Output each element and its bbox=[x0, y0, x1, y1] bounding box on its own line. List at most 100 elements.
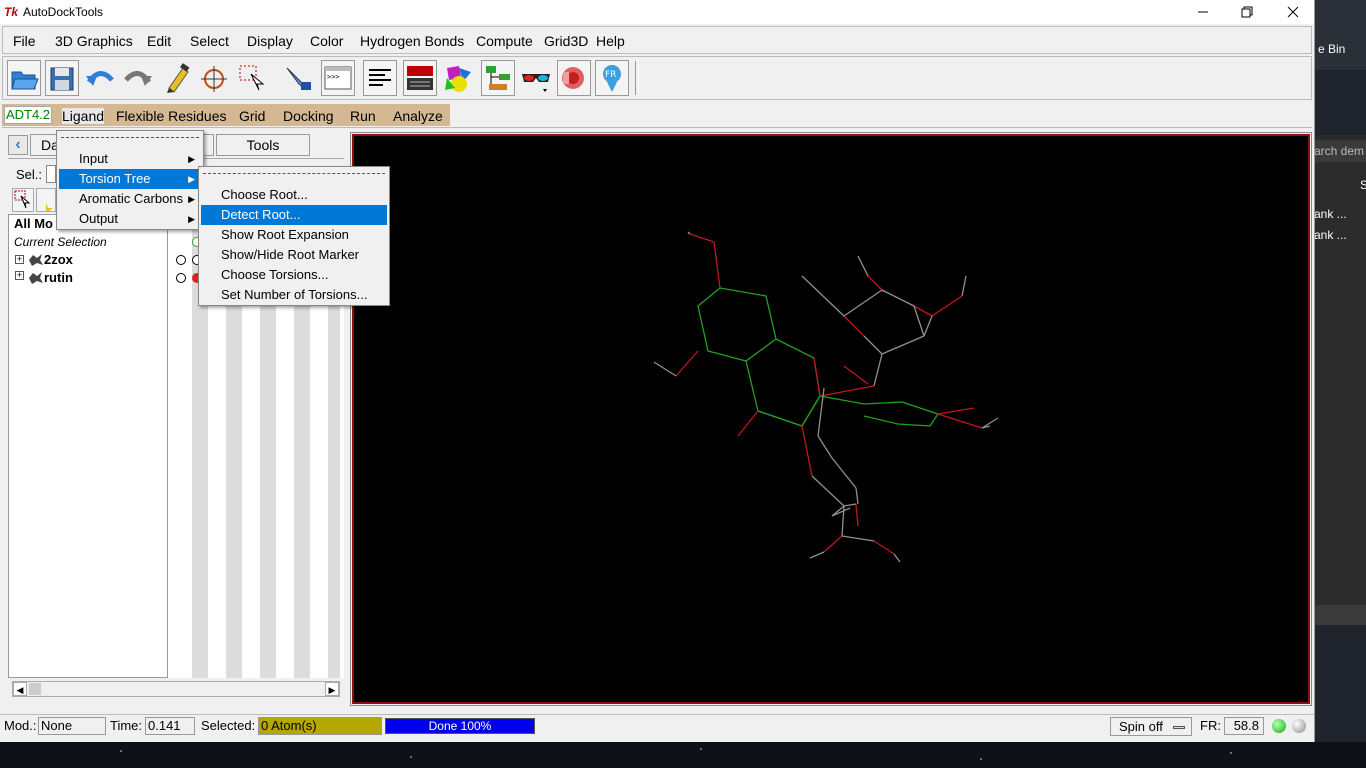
menu-compute[interactable]: Compute bbox=[476, 32, 533, 50]
dejavu-icon bbox=[562, 67, 584, 89]
menu-item-detect-root[interactable]: Detect Root... bbox=[201, 205, 387, 225]
open-file-button[interactable] bbox=[7, 60, 41, 96]
star-tool-button[interactable] bbox=[36, 188, 56, 212]
maximize-icon bbox=[1241, 6, 1253, 18]
desktop-search-field[interactable]: arch dem bbox=[1314, 140, 1366, 162]
molecule-rutin[interactable]: rutin bbox=[44, 271, 73, 285]
option-menu-indicator-icon bbox=[1173, 726, 1185, 729]
desktop-list-item[interactable]: ank ... bbox=[1314, 225, 1366, 245]
menu-color[interactable]: Color bbox=[310, 32, 343, 50]
molecule-icon bbox=[29, 254, 43, 266]
select-button[interactable] bbox=[235, 60, 269, 96]
expand-rutin-icon[interactable]: + bbox=[15, 271, 24, 280]
dashboard-icon bbox=[486, 66, 510, 90]
molecule-icon bbox=[29, 272, 43, 284]
open-file-icon bbox=[11, 71, 39, 90]
menu-display[interactable]: Display bbox=[247, 32, 293, 50]
scroll-left-icon[interactable]: ◀ bbox=[13, 682, 27, 696]
scroll-thumb[interactable] bbox=[29, 683, 41, 695]
title-bar[interactable] bbox=[0, 0, 1314, 24]
menu-grid3d[interactable]: Grid3D bbox=[544, 32, 588, 50]
menu-item-aromatic-carbons[interactable]: Aromatic Carbons ▶ bbox=[59, 189, 201, 209]
center-target-icon bbox=[201, 66, 227, 92]
dejavu-button[interactable] bbox=[557, 60, 591, 96]
adt-menu-flexible-residues[interactable]: Flexible Residues bbox=[116, 108, 227, 124]
adt-menu-ligand[interactable]: Ligand bbox=[62, 108, 105, 124]
fr-button[interactable]: FR bbox=[595, 60, 629, 96]
selection-label: Sel.: bbox=[16, 167, 43, 182]
spin-value: Spin off bbox=[1119, 719, 1163, 734]
scroll-right-icon[interactable]: ▶ bbox=[325, 682, 339, 696]
menu-item-set-number-of-torsions[interactable]: Set Number of Torsions... bbox=[201, 285, 387, 305]
menu-item-show-hide-root-marker[interactable]: Show/Hide Root Marker bbox=[201, 245, 387, 265]
current-selection-node[interactable]: Current Selection bbox=[14, 235, 107, 249]
redo-button[interactable] bbox=[121, 60, 155, 96]
undo-icon bbox=[86, 71, 114, 86]
mod-value: None bbox=[38, 717, 106, 735]
minimize-button[interactable] bbox=[1180, 0, 1226, 24]
pick-pen-button[interactable] bbox=[159, 60, 193, 96]
window-title: AutoDockTools bbox=[23, 5, 104, 19]
menu-item-choose-root[interactable]: Choose Root... bbox=[201, 185, 387, 205]
dashboard-button[interactable] bbox=[481, 60, 515, 96]
close-icon bbox=[1287, 6, 1299, 18]
selection-input[interactable] bbox=[46, 165, 56, 183]
recycle-bin-label[interactable]: e Bin bbox=[1318, 42, 1345, 56]
collapse-panel-button[interactable]: ‹ bbox=[8, 135, 28, 155]
python-shell-icon: >>> bbox=[324, 66, 352, 90]
undo-button[interactable] bbox=[83, 60, 117, 96]
stereo-glasses-button[interactable] bbox=[519, 60, 553, 96]
menu-hydrogen-bonds[interactable]: Hydrogen Bonds bbox=[360, 32, 464, 50]
molecule-2zox[interactable]: 2zox bbox=[44, 253, 73, 267]
selected-count: 0 Atom(s) bbox=[258, 717, 382, 735]
desktop-list-item[interactable]: ank ... bbox=[1314, 204, 1366, 224]
menu-help[interactable]: Help bbox=[596, 32, 625, 50]
show-toggle-2zox[interactable] bbox=[176, 255, 186, 265]
tree-horizontal-scrollbar[interactable]: ◀ ▶ bbox=[12, 681, 340, 697]
mod-label: Mod.: bbox=[4, 718, 37, 733]
maximize-button[interactable] bbox=[1224, 0, 1270, 24]
tab-tools[interactable]: Tools bbox=[216, 134, 310, 156]
display-panel-button[interactable] bbox=[403, 60, 437, 96]
spin-menu-button[interactable]: Spin off bbox=[1110, 717, 1192, 736]
menu-item-torsion-tree[interactable]: Torsion Tree ▶ bbox=[59, 169, 201, 189]
menu-file[interactable]: File bbox=[13, 32, 36, 50]
adt-menu-grid[interactable]: Grid bbox=[239, 108, 265, 124]
menu-3d-graphics[interactable]: 3D Graphics bbox=[55, 32, 133, 50]
show-toggle-rutin[interactable] bbox=[176, 273, 186, 283]
menu-item-input[interactable]: Input ▶ bbox=[59, 149, 201, 169]
center-target-button[interactable] bbox=[197, 60, 231, 96]
desktop-panel-footer bbox=[1314, 605, 1366, 625]
text-align-button[interactable] bbox=[363, 60, 397, 96]
desktop-letter: S bbox=[1360, 178, 1366, 192]
submenu-arrow-icon: ▶ bbox=[188, 174, 195, 184]
toolbar-separator bbox=[635, 61, 639, 95]
menu-item-show-root-expansion[interactable]: Show Root Expansion bbox=[201, 225, 387, 245]
adt-menu-docking[interactable]: Docking bbox=[283, 108, 334, 124]
clear-selection-button[interactable] bbox=[12, 188, 34, 212]
menu-item-choose-torsions[interactable]: Choose Torsions... bbox=[201, 265, 387, 285]
all-molecules-node[interactable]: All Mo bbox=[14, 217, 53, 231]
chevron-left-icon: ‹ bbox=[15, 136, 21, 153]
menu-item-output[interactable]: Output ▶ bbox=[59, 209, 201, 229]
save-button[interactable] bbox=[45, 60, 79, 96]
toolbar: >>> FR bbox=[2, 56, 1312, 100]
fr-icon: FR bbox=[603, 65, 621, 92]
adt-menu-analyze[interactable]: Analyze bbox=[393, 108, 443, 124]
tk-logo-icon: Tk bbox=[4, 5, 19, 19]
adt-menu-run[interactable]: Run bbox=[350, 108, 376, 124]
label-button[interactable] bbox=[281, 60, 315, 96]
molecule-rutin-rendering bbox=[653, 231, 999, 563]
submenu-tearoff[interactable] bbox=[203, 173, 385, 174]
menu-tearoff[interactable] bbox=[61, 137, 199, 138]
expand-2zox-icon[interactable]: + bbox=[15, 255, 24, 264]
svg-text:>>>: >>> bbox=[327, 73, 340, 81]
3d-viewer[interactable] bbox=[352, 134, 1310, 704]
menu-select[interactable]: Select bbox=[190, 32, 229, 50]
menu-edit[interactable]: Edit bbox=[147, 32, 171, 50]
close-button[interactable] bbox=[1270, 0, 1316, 24]
time-value: 0.141 bbox=[145, 717, 195, 735]
submenu-arrow-icon: ▶ bbox=[188, 194, 195, 204]
shapes-button[interactable] bbox=[441, 60, 475, 96]
python-shell-button[interactable]: >>> bbox=[321, 60, 355, 96]
